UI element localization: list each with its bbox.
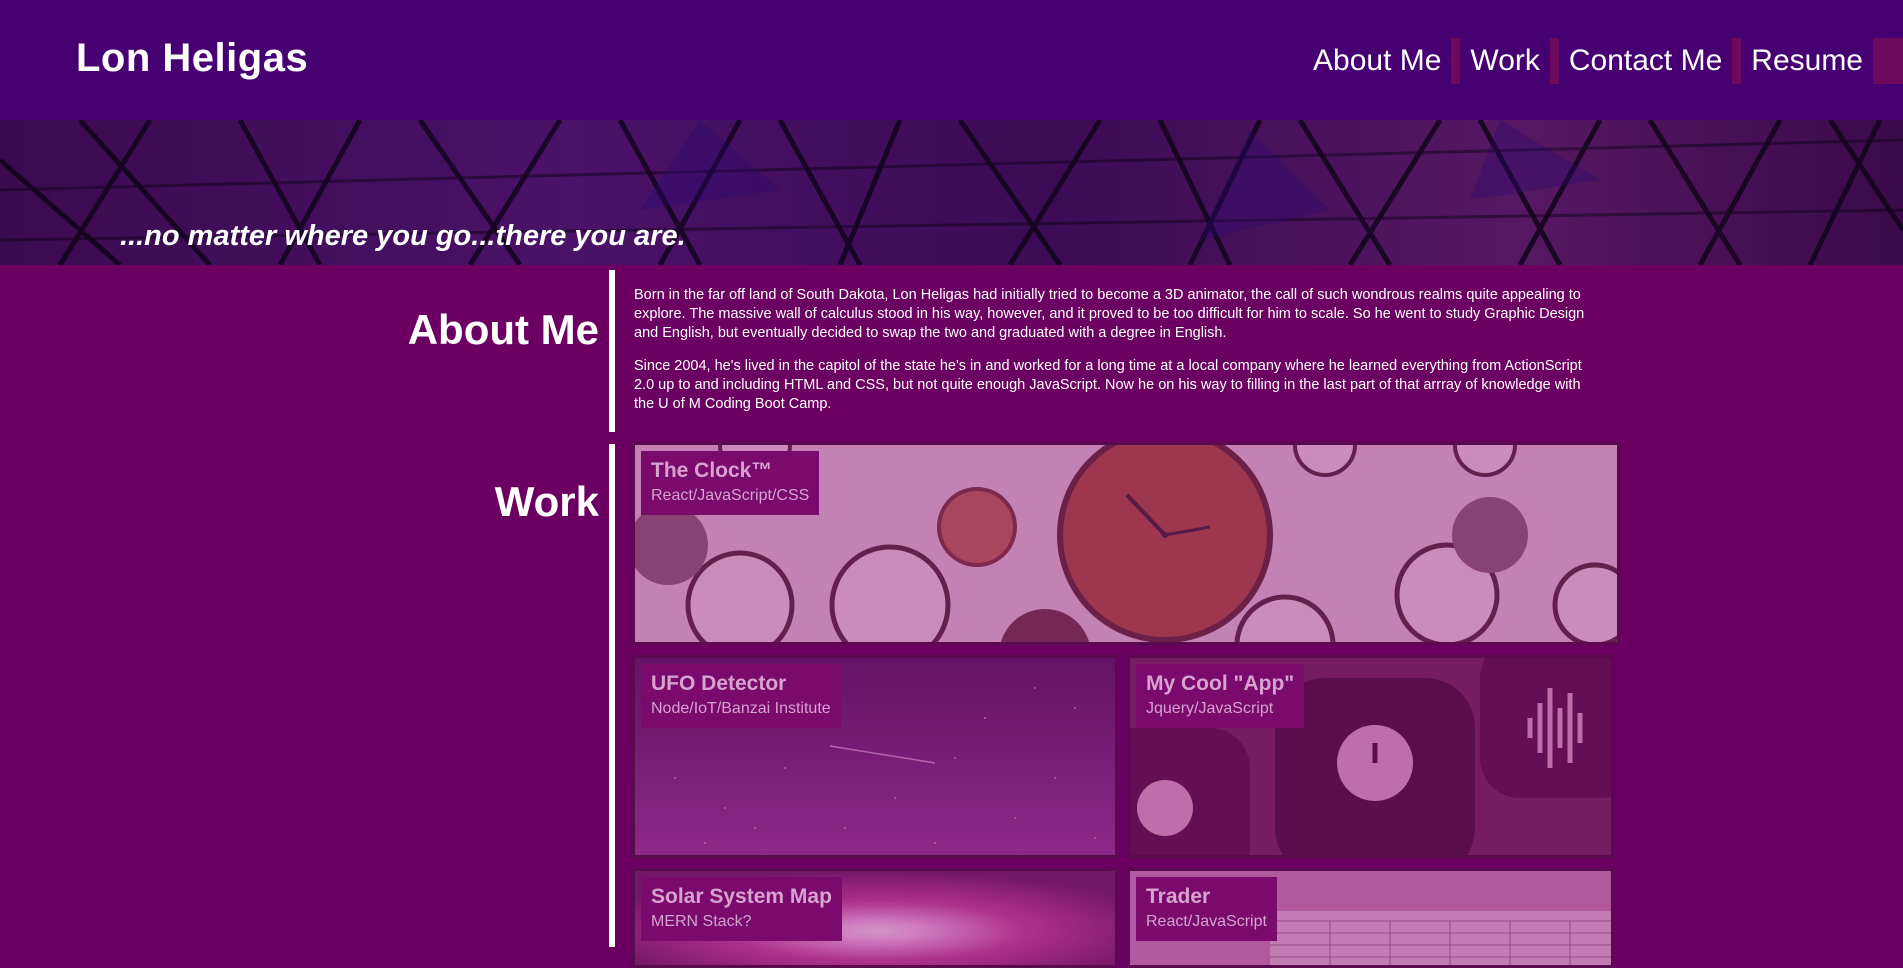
project-tech: MERN Stack? xyxy=(651,913,752,930)
about-paragraph: Born in the far off land of South Dakota… xyxy=(634,287,1585,341)
project-tech: Jquery/JavaScript xyxy=(1146,700,1274,717)
about-paragraph: Since 2004, he's lived in the capitol of… xyxy=(634,358,1582,412)
work-heading: Work xyxy=(494,478,599,525)
project-title[interactable]: Solar System Map xyxy=(651,885,832,909)
project-title[interactable]: Trader xyxy=(1146,885,1267,909)
hero-tagline: ...no matter where you go...there you ar… xyxy=(120,220,686,252)
nav-about-me[interactable]: About Me xyxy=(1307,38,1447,84)
project-label: UFO Detector Node/IoT/Banzai Institute xyxy=(641,664,841,728)
nav-contact-me[interactable]: Contact Me xyxy=(1563,38,1728,84)
about-heading: About Me xyxy=(407,306,599,353)
nav-work[interactable]: Work xyxy=(1464,38,1545,84)
nav-resume[interactable]: Resume xyxy=(1745,38,1869,84)
nav-divider xyxy=(1451,38,1461,84)
project-card-clock[interactable]: The Clock™ React/JavaScript/CSS xyxy=(632,442,1620,645)
hero-banner: ...no matter where you go...there you ar… xyxy=(0,120,1903,265)
project-card-ufo-detector[interactable]: UFO Detector Node/IoT/Banzai Institute xyxy=(632,655,1118,858)
site-title[interactable]: Lon Heligas xyxy=(76,36,308,81)
nav-divider xyxy=(1732,38,1742,84)
project-title[interactable]: UFO Detector xyxy=(651,672,831,696)
nav-divider xyxy=(1873,38,1903,84)
project-tech: Node/IoT/Banzai Institute xyxy=(651,700,831,717)
main-nav: About Me Work Contact Me Resume xyxy=(1307,38,1903,84)
project-card-solar-system-map[interactable]: Solar System Map MERN Stack? xyxy=(632,868,1118,968)
section-divider-gap xyxy=(609,432,615,444)
project-tech: React/JavaScript xyxy=(1146,913,1267,930)
project-label: The Clock™ React/JavaScript/CSS xyxy=(641,451,820,515)
nav-divider xyxy=(1549,38,1559,84)
project-title[interactable]: My Cool "App" xyxy=(1146,672,1294,696)
project-card-trader[interactable]: Trader React/JavaScript xyxy=(1127,868,1614,968)
project-label: Trader React/JavaScript xyxy=(1136,877,1277,941)
project-card-my-cool-app[interactable]: My Cool "App" Jquery/JavaScript xyxy=(1127,655,1614,858)
project-title[interactable]: The Clock™ xyxy=(651,459,809,483)
project-tech: React/JavaScript/CSS xyxy=(651,487,810,504)
project-label: My Cool "App" Jquery/JavaScript xyxy=(1136,664,1305,728)
project-label: Solar System Map MERN Stack? xyxy=(641,877,842,941)
about-text: Born in the far off land of South Dakota… xyxy=(634,286,1596,428)
section-divider xyxy=(609,270,615,947)
site-header: Lon Heligas About Me Work Contact Me Res… xyxy=(0,0,1903,120)
